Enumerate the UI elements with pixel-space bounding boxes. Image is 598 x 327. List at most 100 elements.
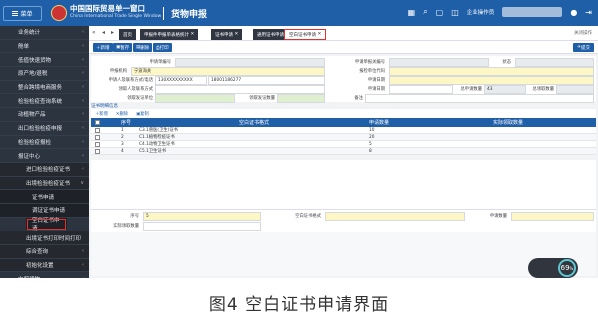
sidebar-item[interactable]: 检验检疫查询系统 ‹ xyxy=(0,94,89,109)
applicant-field[interactable]: 130XXXXXXXXX xyxy=(155,76,207,85)
section-delete-button[interactable]: ✕删除 xyxy=(116,111,128,117)
sidebar-item[interactable]: 整合跨境电商服务 ‹ xyxy=(0,81,89,95)
chevron-icon: ‹ xyxy=(82,29,84,36)
chevron-icon: ‹ xyxy=(82,125,84,132)
sidebar-item-label: 调证证书申请 xyxy=(32,208,66,215)
sidebar-item[interactable]: 进口检验检疫证书 ‹ xyxy=(0,162,89,177)
sidebar-item[interactable]: 空白证书申请 xyxy=(26,217,67,232)
select-all-checkbox[interactable] xyxy=(95,118,100,127)
header-icons: ▦ ⌕ ▢ ◫ 企业操作员 ● ⇥ xyxy=(408,7,592,17)
add-button[interactable]: ＋新增 xyxy=(93,43,113,52)
format-field[interactable] xyxy=(325,212,465,221)
sidebar-item[interactable]: 出境检验检疫证书 ∨ xyxy=(0,176,89,191)
date-label: 申请日期 xyxy=(367,78,385,83)
cell-no: 1 xyxy=(121,127,124,133)
checkbox-icon xyxy=(95,120,100,125)
row-checkbox[interactable] xyxy=(95,127,100,133)
sidebar-item-label: 报证中心 xyxy=(18,153,41,160)
qty-label: 申请数量 xyxy=(489,214,507,219)
chevron-icon: ‹ xyxy=(82,166,84,173)
tab-back-icon[interactable]: ◂ xyxy=(102,29,105,36)
date-field[interactable] xyxy=(389,76,594,85)
app-title: 货物申报 xyxy=(171,10,208,20)
agency-field[interactable] xyxy=(389,67,594,76)
tab-label: 首页 xyxy=(123,32,132,38)
close-icon[interactable]: ✕ xyxy=(190,32,194,37)
tab-forward-icon[interactable]: ▸ xyxy=(111,29,114,36)
header-separator xyxy=(163,7,164,20)
row-checkbox[interactable] xyxy=(95,134,100,140)
row-checkbox[interactable] xyxy=(95,148,100,154)
pickup-label: 领取发证数量 xyxy=(249,96,275,101)
remark-field[interactable] xyxy=(365,94,594,103)
sidebar-item[interactable]: 报证中心 ‹ xyxy=(0,149,89,163)
cell-qty: 10 xyxy=(369,127,375,133)
collect-label: 领取发证单位 xyxy=(127,96,153,101)
sidebar-item[interactable]: 业务统计 ‹ xyxy=(0,26,89,40)
calendar-icon[interactable]: ▦ xyxy=(408,8,416,17)
seq-field[interactable]: 5 xyxy=(143,212,261,221)
qty-field[interactable] xyxy=(511,212,594,221)
tab-cert-apply[interactable]: 证书申请 ✕ xyxy=(211,29,243,40)
logout-icon[interactable]: ⇥ xyxy=(585,8,592,17)
pickup-field[interactable] xyxy=(277,94,325,103)
issue-date-field[interactable] xyxy=(389,85,453,94)
row-checkbox[interactable] xyxy=(95,141,100,147)
submit-button[interactable]: ✈ 提交 xyxy=(573,43,594,52)
delete-button[interactable]: ▤ 删除 xyxy=(133,43,153,52)
tab-prev-icon[interactable]: « xyxy=(92,29,96,36)
sidebar-item[interactable]: 动植物产品 ‹ xyxy=(0,108,89,122)
section-copy-button[interactable]: ▣复制 xyxy=(136,111,149,117)
chevron-icon: ∨ xyxy=(80,179,84,186)
table-row[interactable]: 1 C3.1兽医(卫生)证书 10 xyxy=(91,127,596,134)
applicant-label: 申请人及联系方式/电话 xyxy=(108,78,153,83)
lock-icon[interactable]: ▢ xyxy=(436,8,444,17)
close-icon[interactable]: ✕ xyxy=(317,32,321,37)
sidebar-item-label: 整合跨境电商服务 xyxy=(18,85,63,92)
section-add-button[interactable]: ＋新增 xyxy=(95,111,108,117)
sidebar-item[interactable]: 出口检验检疫申报 ‹ xyxy=(0,122,89,136)
sidebar-item[interactable]: 低值快速货物 ‹ xyxy=(0,53,89,68)
sidebar-item[interactable]: 舱单 ‹ xyxy=(0,40,89,54)
table-row[interactable]: 3 C4.1动物卫生证书 5 xyxy=(91,141,596,148)
sidebar-item[interactable]: 证书申请 xyxy=(0,190,89,204)
sidebar-item[interactable]: 出境证书打印时间打印 xyxy=(0,231,89,245)
speed-badge[interactable]: 69% xyxy=(528,258,578,278)
menu-button[interactable]: 菜单 xyxy=(3,6,42,21)
cell-qty: 5 xyxy=(369,141,372,147)
contact-field[interactable] xyxy=(155,85,325,94)
tab-options[interactable]: 关闭操作 xyxy=(574,30,592,36)
print-button[interactable]: ⎙ 打印 xyxy=(153,43,172,52)
phone-field[interactable]: 18001186277 xyxy=(208,76,325,85)
delete-label: 删除 xyxy=(140,45,150,51)
tab-blank-cert[interactable]: 空白证书申请 ✕ xyxy=(284,29,327,40)
sidebar-item-label: 动植物产品 xyxy=(18,112,46,119)
actual-field[interactable] xyxy=(143,222,261,231)
save-button[interactable]: ▣ 暂存 xyxy=(113,43,133,52)
tab-declaration-stats[interactable]: 申报件申报单表格统计 ✕ xyxy=(140,29,199,40)
col-qty: 申请数量 xyxy=(369,120,390,126)
user-label[interactable]: 企业操作员 xyxy=(467,8,495,16)
cell-no: 3 xyxy=(121,141,124,147)
org-label: 申报机构 xyxy=(109,69,127,74)
sidebar-item-label: 进口检验检疫证书 xyxy=(26,167,71,174)
user-icon[interactable]: ● xyxy=(570,8,577,17)
checkbox-icon xyxy=(95,141,100,147)
close-icon[interactable]: ✕ xyxy=(234,32,238,37)
figure-caption: 图4 空白证书申请界面 xyxy=(208,295,390,315)
search-icon[interactable]: ⌕ xyxy=(423,7,427,17)
table-row[interactable]: 2 C1.1植物检疫证书 20 xyxy=(91,134,596,141)
sidebar-item-label: 舱单 xyxy=(18,44,30,51)
table-row[interactable]: 4 C5.1卫生证书 8 xyxy=(91,148,596,155)
tab-home[interactable]: 首页 xyxy=(119,29,136,40)
sidebar-item[interactable]: 综合查询 ‹ xyxy=(0,245,89,259)
org-field[interactable]: 宁波海关 xyxy=(131,67,325,76)
app-screenshot: 菜单 中国国际贸易单一窗口 China International Trade … xyxy=(0,0,598,327)
sidebar-item[interactable]: 检验检疫报检 ‹ xyxy=(0,136,89,150)
chevron-icon: ‹ xyxy=(82,43,84,50)
notice-icon[interactable]: ◫ xyxy=(451,8,459,17)
collect-field[interactable] xyxy=(155,94,235,103)
sidebar-item[interactable]: 初始化设置 ‹ xyxy=(0,258,89,273)
table-empty-area xyxy=(91,160,596,210)
sidebar-item[interactable]: 原产地/退税 ‹ xyxy=(0,67,89,81)
